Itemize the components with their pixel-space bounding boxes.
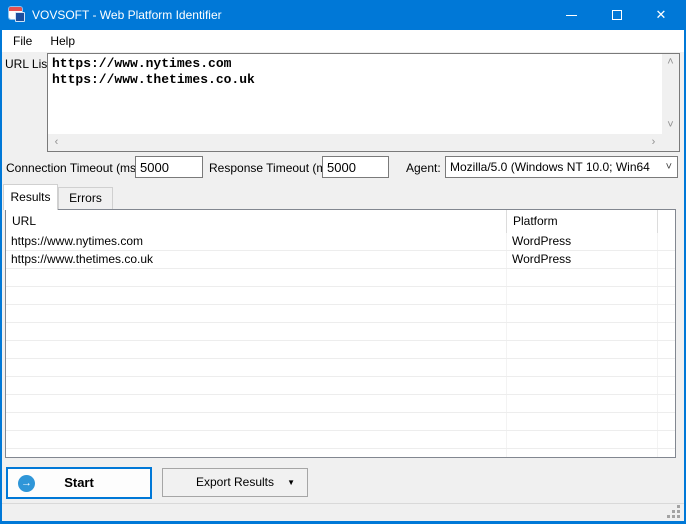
table-row[interactable] [6,413,675,431]
table-row[interactable] [6,449,675,458]
window-title: VOVSOFT - Web Platform Identifier [32,0,222,30]
scroll-left-icon[interactable]: ‹ [48,134,65,151]
table-cell: https://www.thetimes.co.uk [6,251,507,268]
close-button[interactable]: ✕ [638,0,684,30]
table-cell [507,395,658,412]
table-row[interactable] [6,341,675,359]
app-icon [9,7,25,23]
resize-grip[interactable] [667,505,680,518]
table-cell [658,431,675,448]
table-cell [6,431,507,448]
table-row[interactable] [6,323,675,341]
connection-timeout-label: Connection Timeout (ms): [6,161,143,175]
export-results-button[interactable]: Export Results ▼ [162,468,308,497]
table-cell [507,377,658,394]
table-cell [658,449,675,458]
status-bar-separator [2,503,684,504]
table-cell [507,413,658,430]
column-header-platform[interactable]: Platform [507,210,658,233]
tab-errors[interactable]: Errors [58,187,113,209]
response-timeout-input[interactable] [322,156,389,178]
app-window: VOVSOFT - Web Platform Identifier ✕ File… [0,0,686,524]
response-timeout-label: Response Timeout (ms): [209,161,340,175]
agent-selected-value: Mozilla/5.0 (Windows NT 10.0; Win64 [450,157,661,177]
table-row[interactable] [6,269,675,287]
table-cell [658,269,675,286]
agent-label: Agent: [406,161,441,175]
table-cell [658,233,675,250]
table-cell [507,449,658,458]
maximize-button[interactable] [594,0,640,30]
table-cell [658,287,675,304]
scroll-up-icon[interactable]: ˄ [662,54,679,71]
table-cell: WordPress [507,251,658,268]
table-cell [6,449,507,458]
menu-item-file[interactable]: File [4,30,41,52]
table-cell [507,359,658,376]
table-row[interactable]: https://www.nytimes.comWordPress [6,233,675,251]
table-cell [507,323,658,340]
menu-bar: FileHelp [2,30,684,52]
table-cell [507,287,658,304]
window-border-left [0,0,2,524]
tab-results[interactable]: Results [3,184,58,210]
table-row[interactable] [6,395,675,413]
minimize-button[interactable] [548,0,594,30]
export-results-label: Export Results [163,469,307,496]
table-cell [507,269,658,286]
scroll-right-icon[interactable]: › [645,134,662,151]
table-row[interactable] [6,431,675,449]
table-cell [6,287,507,304]
table-cell [658,395,675,412]
column-header-extra[interactable] [658,210,675,233]
tab-strip: ResultsErrors [0,184,686,210]
table-cell [507,305,658,322]
minimize-icon [566,15,577,16]
table-cell [658,341,675,358]
table-row[interactable] [6,359,675,377]
memo-vertical-scrollbar[interactable]: ˄ ˅ [662,54,679,134]
chevron-down-icon: ˅ [666,157,672,177]
url-list-value[interactable]: https://www.nytimes.com https://www.thet… [48,54,662,134]
table-cell [6,305,507,322]
table-cell [658,251,675,268]
table-cell [507,431,658,448]
table-cell [6,269,507,286]
results-table: URLPlatform https://www.nytimes.comWordP… [5,209,676,458]
table-row[interactable]: https://www.thetimes.co.ukWordPress [6,251,675,269]
close-icon: ✕ [656,0,667,30]
table-cell: WordPress [507,233,658,250]
maximize-icon [612,10,622,20]
table-cell [658,323,675,340]
table-cell [6,377,507,394]
start-arrow-icon: → [18,475,35,492]
table-row[interactable] [6,305,675,323]
table-cell [6,395,507,412]
memo-horizontal-scrollbar[interactable]: ‹ › [48,134,662,151]
table-cell [6,323,507,340]
scroll-down-icon[interactable]: ˅ [662,117,679,134]
column-header-url[interactable]: URL [6,210,507,233]
table-cell [658,377,675,394]
table-row[interactable] [6,377,675,395]
start-button[interactable]: Start → [6,467,152,499]
table-cell [6,359,507,376]
table-row[interactable] [6,287,675,305]
titlebar[interactable]: VOVSOFT - Web Platform Identifier ✕ [0,0,686,30]
table-cell [6,413,507,430]
table-cell [6,341,507,358]
menu-item-help[interactable]: Help [41,30,84,52]
dropdown-caret-icon: ▼ [287,469,295,496]
table-cell [658,359,675,376]
url-list-memo[interactable]: https://www.nytimes.com https://www.thet… [47,53,680,152]
table-cell: https://www.nytimes.com [6,233,507,250]
table-header: URLPlatform [6,210,675,233]
table-cell [658,413,675,430]
table-cell [507,341,658,358]
connection-timeout-input[interactable] [135,156,203,178]
agent-select[interactable]: Mozilla/5.0 (Windows NT 10.0; Win64 ˅ [445,156,678,178]
table-body: https://www.nytimes.comWordPresshttps://… [6,233,675,458]
scrollbar-corner [662,134,679,151]
table-cell [658,305,675,322]
